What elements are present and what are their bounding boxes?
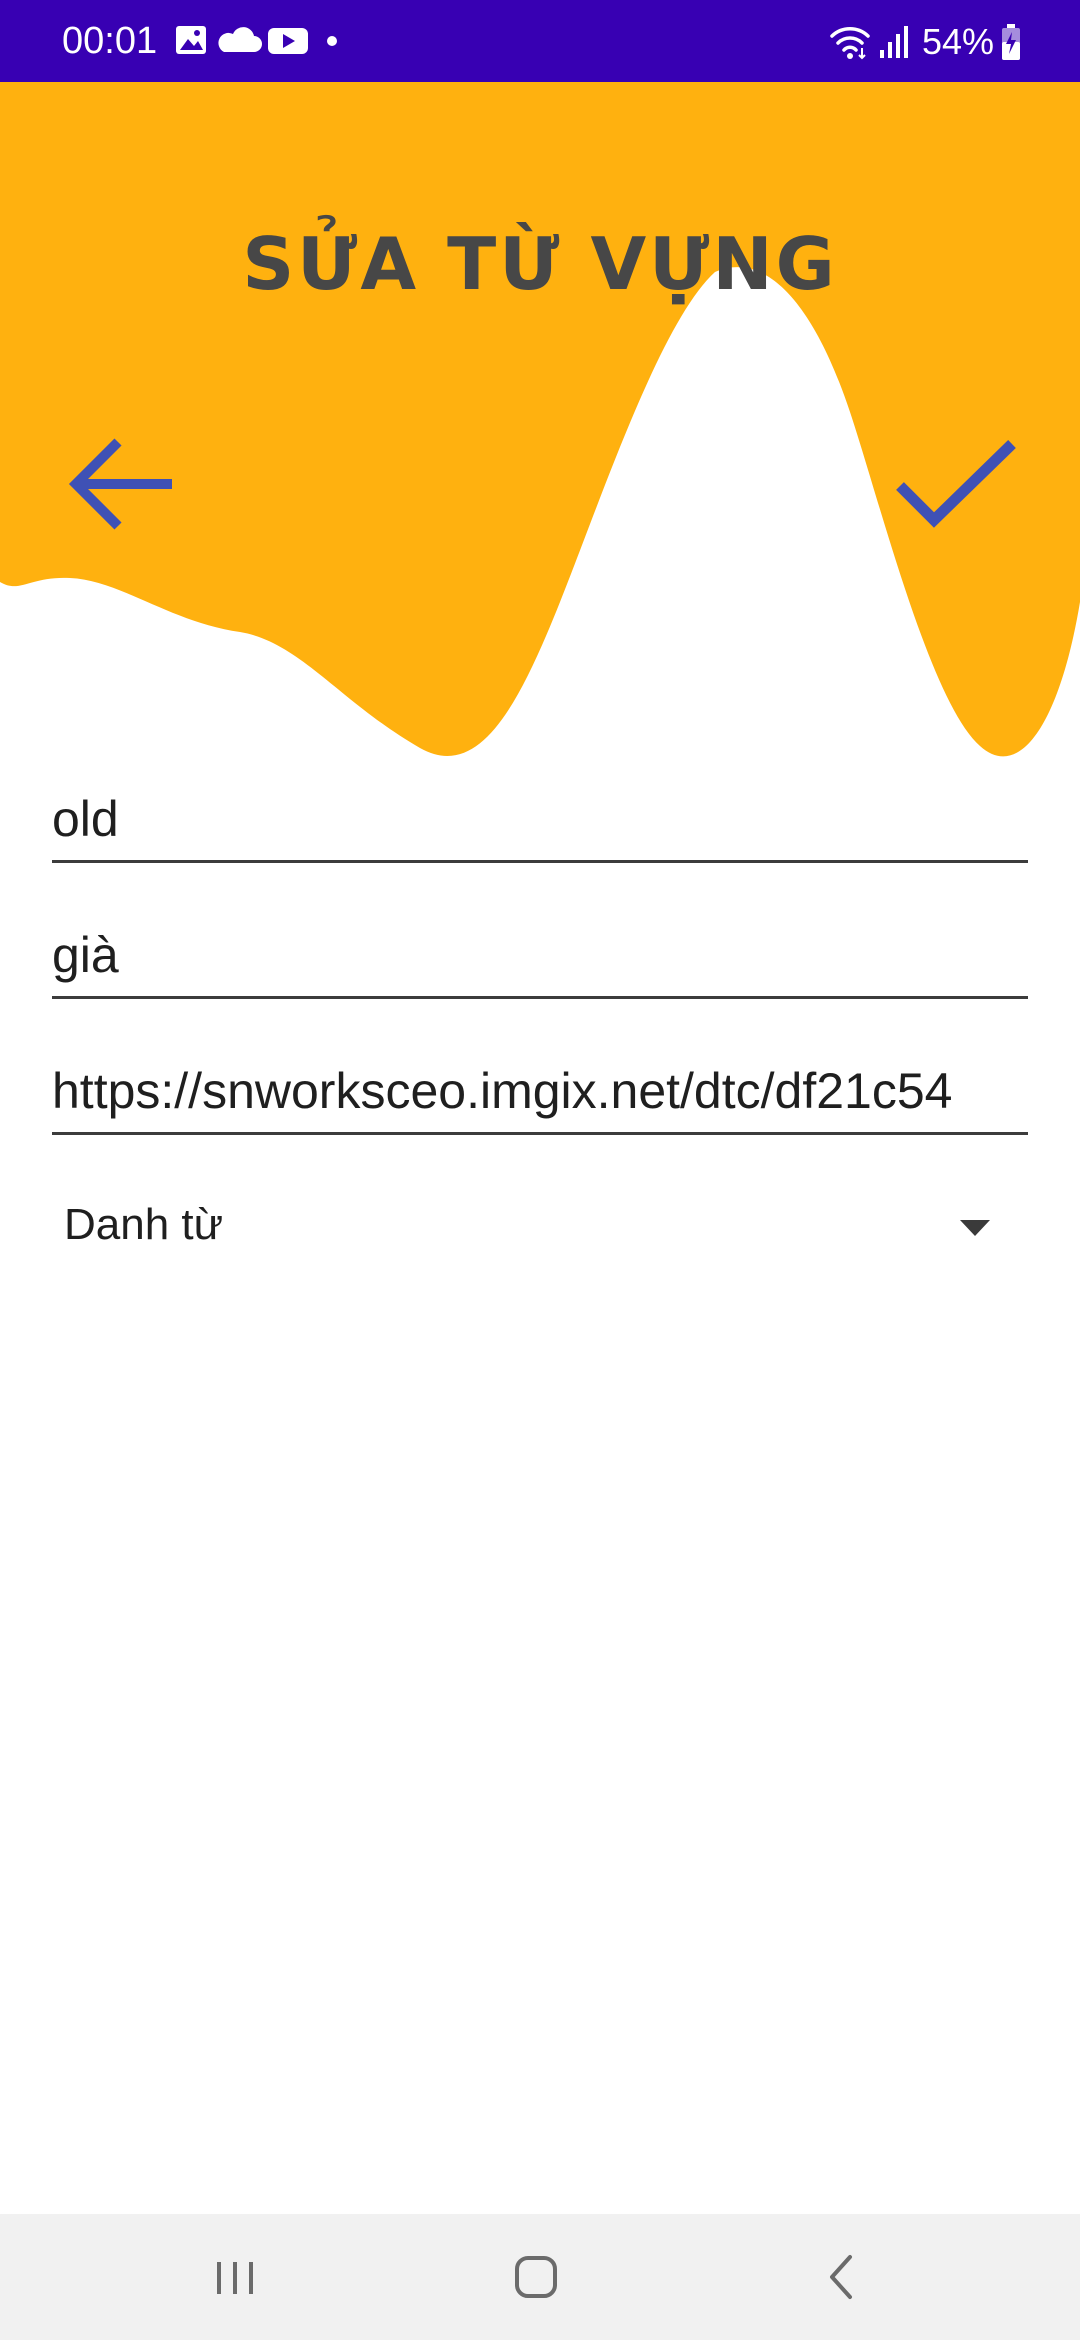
status-icons-left xyxy=(176,26,337,54)
home-button[interactable] xyxy=(496,2244,576,2310)
word-type-dropdown[interactable]: Danh từ xyxy=(52,1184,1028,1272)
youtube-icon xyxy=(268,28,308,54)
back-button[interactable] xyxy=(62,428,182,540)
cloud-icon xyxy=(218,27,262,52)
system-back-button[interactable] xyxy=(800,2244,880,2310)
checkmark-icon xyxy=(896,440,1016,528)
meaning-field[interactable] xyxy=(52,896,1028,999)
word-field[interactable] xyxy=(52,760,1028,863)
status-time: 00:01 xyxy=(62,20,158,62)
recents-button[interactable] xyxy=(196,2244,276,2310)
battery-percentage: 54% xyxy=(921,21,994,62)
word-input[interactable] xyxy=(52,790,1028,848)
image-url-field[interactable] xyxy=(52,1032,1028,1135)
status-icons-right: 54% xyxy=(828,20,1022,64)
arrow-left-icon xyxy=(68,438,172,530)
image-icon xyxy=(176,26,206,54)
page-title: SỬA TỪ VỰNG xyxy=(242,222,838,306)
status-bar: 00:01 54% xyxy=(0,0,1080,82)
dot-icon xyxy=(327,36,337,46)
header-wave-background xyxy=(0,82,1080,757)
meaning-input[interactable] xyxy=(52,926,1028,984)
navigation-bar xyxy=(0,2214,1080,2340)
edit-vocabulary-screen: 00:01 54% SỬA TỪ VỰNG old già https://sn… xyxy=(0,0,1080,2340)
dropdown-arrow-icon xyxy=(960,1220,990,1236)
battery-icon xyxy=(1002,24,1020,60)
home-icon xyxy=(515,2256,557,2298)
image-url-input[interactable] xyxy=(52,1062,1028,1120)
recents-icon xyxy=(217,2262,253,2294)
signal-icon xyxy=(879,26,908,58)
wifi-icon xyxy=(830,27,870,60)
word-type-selected: Danh từ xyxy=(64,1200,224,1249)
save-button[interactable] xyxy=(888,428,1028,540)
back-icon xyxy=(830,2255,852,2299)
